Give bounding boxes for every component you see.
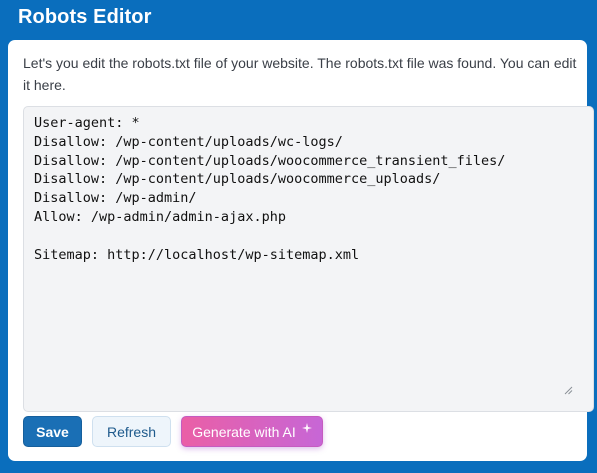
refresh-button[interactable]: Refresh: [92, 416, 171, 447]
sparkle-icon: [301, 422, 312, 433]
robots-txt-editor[interactable]: [23, 106, 594, 412]
robots-editor-card: Let's you edit the robots.txt file of yo…: [8, 40, 594, 461]
generate-with-ai-button[interactable]: Generate with AI: [181, 416, 323, 447]
editor-description: Let's you edit the robots.txt file of yo…: [23, 55, 577, 93]
page-title: Robots Editor: [18, 6, 152, 28]
save-button[interactable]: Save: [23, 416, 82, 447]
generate-with-ai-label: Generate with AI: [192, 423, 296, 440]
refresh-button-label: Refresh: [106, 423, 157, 440]
resize-handle-icon[interactable]: [563, 385, 573, 395]
save-button-label: Save: [36, 423, 69, 440]
